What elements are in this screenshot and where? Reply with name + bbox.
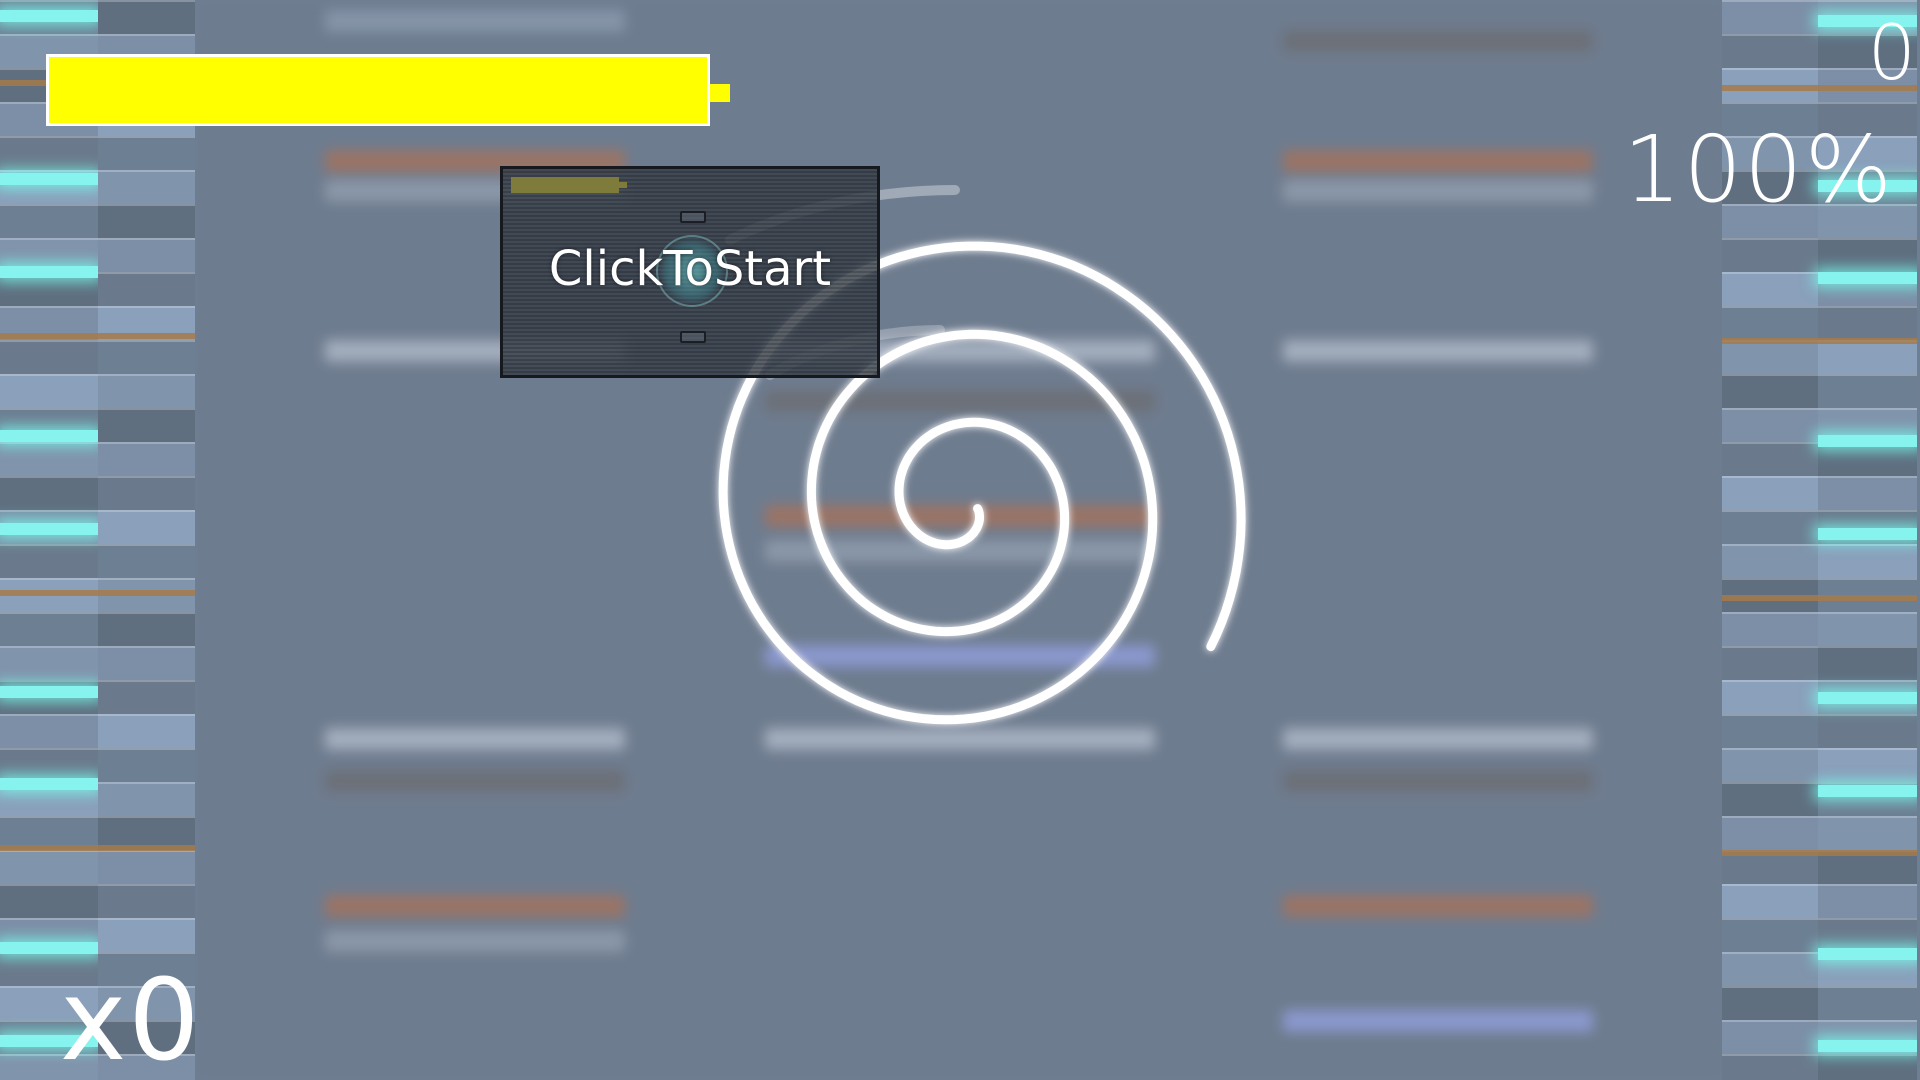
combo-counter: x0 bbox=[60, 956, 202, 1080]
health-bar bbox=[46, 54, 710, 126]
click-to-start-button[interactable]: ClickToStart bbox=[500, 166, 880, 378]
accuracy-percent: 100% bbox=[1622, 116, 1894, 223]
health-bar-cap bbox=[710, 84, 730, 102]
health-bar-fill bbox=[49, 57, 707, 123]
game-screen: 0 100% x0 ClickToStart bbox=[0, 0, 1920, 1080]
mini-health-bar-cap bbox=[619, 182, 627, 188]
mini-health-bar bbox=[511, 177, 619, 193]
click-to-start-label: ClickToStart bbox=[548, 241, 832, 297]
crosshair-bottom-tick bbox=[680, 331, 706, 343]
crosshair-top-tick bbox=[680, 211, 706, 223]
score-counter: 0 bbox=[1867, 8, 1918, 97]
